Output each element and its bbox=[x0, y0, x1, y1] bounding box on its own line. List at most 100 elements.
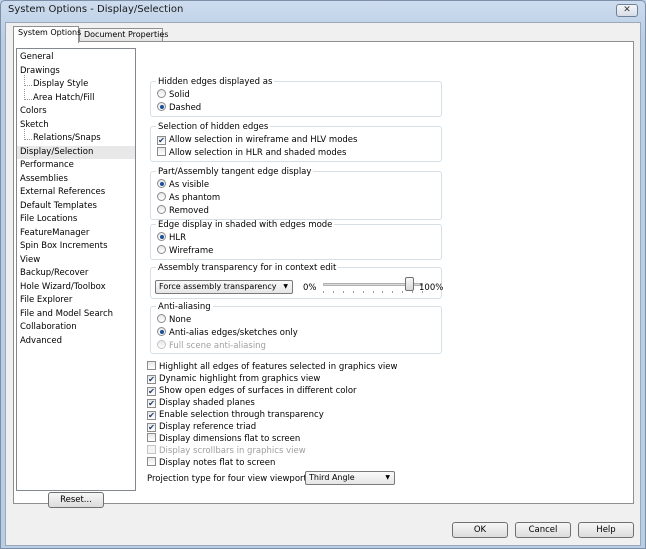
checkbox-checked[interactable]: ✔ bbox=[147, 387, 156, 396]
checkbox-checked[interactable]: ✔ bbox=[147, 411, 156, 420]
sidebar-item-area-hatch-fill[interactable]: Area Hatch/Fill bbox=[17, 88, 135, 106]
shaded-wireframe-option[interactable]: Wireframe bbox=[157, 245, 213, 257]
dynamic-highlight-checkbox[interactable]: ✔ Dynamic highlight from graphics view bbox=[147, 373, 320, 385]
options-tree: General Drawings Display Style Area Hatc… bbox=[16, 48, 136, 491]
sidebar-item-colors[interactable]: Colors bbox=[17, 105, 135, 119]
slider-tick bbox=[382, 291, 383, 293]
shaded-planes-checkbox[interactable]: ✔ Display shaded planes bbox=[147, 397, 255, 409]
sidebar-item-display-style[interactable]: Display Style bbox=[17, 75, 135, 92]
tangent-removed-option[interactable]: Removed bbox=[157, 205, 209, 217]
sidebar-item-default-templates[interactable]: Default Templates bbox=[17, 200, 135, 214]
sidebar-item-spin-box-increments[interactable]: Spin Box Increments bbox=[17, 240, 135, 254]
sidebar-item-performance[interactable]: Performance bbox=[17, 159, 135, 173]
option-label: Dashed bbox=[169, 103, 202, 113]
slider-thumb[interactable] bbox=[405, 277, 414, 291]
checkbox-checked[interactable]: ✔ bbox=[147, 375, 156, 384]
hidden-edges-dashed-option[interactable]: Dashed bbox=[157, 102, 201, 114]
radio-button-selected[interactable] bbox=[157, 179, 166, 188]
anti-aliasing-title: Anti-aliasing bbox=[156, 302, 213, 312]
allow-wireframe-hlv-option[interactable]: ✔ Allow selection in wireframe and HLV mo… bbox=[157, 134, 357, 146]
sidebar-item-relations-snaps[interactable]: Relations/Snaps bbox=[17, 129, 135, 146]
hidden-edges-solid-option[interactable]: Solid bbox=[157, 89, 190, 101]
sidebar-item-file-explorer[interactable]: File Explorer bbox=[17, 294, 135, 308]
dimensions-flat-checkbox[interactable]: Display dimensions flat to screen bbox=[147, 433, 300, 445]
sidebar-item-drawings[interactable]: Drawings bbox=[17, 65, 135, 79]
options-panel: General Drawings Display Style Area Hatc… bbox=[13, 41, 634, 504]
sidebar-item-file-locations[interactable]: File Locations bbox=[17, 213, 135, 227]
sidebar-item-sketch[interactable]: Sketch bbox=[17, 119, 135, 133]
radio-button[interactable] bbox=[157, 205, 166, 214]
radio-button-selected[interactable] bbox=[157, 102, 166, 111]
dropdown-value: Force assembly transparency bbox=[159, 282, 277, 291]
window-title: System Options - Display/Selection bbox=[8, 4, 184, 15]
checkbox-checked[interactable]: ✔ bbox=[147, 423, 156, 432]
close-icon[interactable]: ✕ bbox=[616, 4, 638, 17]
sidebar-item-advanced[interactable]: Advanced bbox=[17, 335, 135, 349]
aa-edges-sketches-option[interactable]: Anti-alias edges/sketches only bbox=[157, 327, 298, 339]
slider-min-label: 0% bbox=[303, 283, 317, 293]
tangent-as-phantom-option[interactable]: As phantom bbox=[157, 192, 220, 204]
option-label: Enable selection through transparency bbox=[159, 410, 324, 420]
radio-button[interactable] bbox=[157, 89, 166, 98]
system-options-dialog: System Options - Display/Selection ✕ Sys… bbox=[0, 0, 646, 549]
tangent-edge-title: Part/Assembly tangent edge display bbox=[156, 167, 314, 177]
selection-through-transparency-checkbox[interactable]: ✔ Enable selection through transparency bbox=[147, 409, 324, 421]
tangent-as-visible-option[interactable]: As visible bbox=[157, 179, 209, 191]
option-label: HLR bbox=[169, 233, 187, 243]
shaded-hlr-option[interactable]: HLR bbox=[157, 232, 186, 244]
option-label: Highlight all edges of features selected… bbox=[159, 362, 398, 372]
slider-max-label: 100% bbox=[419, 283, 444, 293]
sidebar-item-assemblies[interactable]: Assemblies bbox=[17, 173, 135, 187]
slider-tick bbox=[412, 291, 413, 293]
slider-tick bbox=[323, 291, 324, 293]
allow-hlr-shaded-option[interactable]: Allow selection in HLR and shaded modes bbox=[157, 147, 346, 159]
sidebar-item-general[interactable]: General bbox=[17, 51, 135, 65]
sidebar-item-collaboration[interactable]: Collaboration bbox=[17, 321, 135, 335]
sidebar-item-hole-wizard-toolbox[interactable]: Hole Wizard/Toolbox bbox=[17, 281, 135, 295]
radio-button[interactable] bbox=[157, 245, 166, 254]
slider-tick bbox=[373, 291, 374, 293]
radio-button[interactable] bbox=[157, 314, 166, 323]
slider-tick bbox=[353, 291, 354, 293]
sidebar-item-file-and-model-search[interactable]: File and Model Search bbox=[17, 308, 135, 322]
option-label: Display reference triad bbox=[159, 422, 257, 432]
aa-none-option[interactable]: None bbox=[157, 314, 191, 326]
shaded-edges-group: Edge display in shaded with edges mode H… bbox=[150, 220, 442, 260]
radio-button-disabled bbox=[157, 340, 166, 349]
checkbox-checked[interactable]: ✔ bbox=[157, 136, 166, 145]
sidebar-item-external-references[interactable]: External References bbox=[17, 186, 135, 200]
radio-button[interactable] bbox=[157, 192, 166, 201]
sidebar-item-featuremanager[interactable]: FeatureManager bbox=[17, 227, 135, 241]
highlight-all-edges-checkbox[interactable]: Highlight all edges of features selected… bbox=[147, 361, 397, 373]
notes-flat-checkbox[interactable]: Display notes flat to screen bbox=[147, 457, 275, 469]
sidebar-item-backup-recover[interactable]: Backup/Recover bbox=[17, 267, 135, 281]
slider-tick bbox=[402, 291, 403, 293]
radio-button-selected[interactable] bbox=[157, 327, 166, 336]
ok-button[interactable]: OK bbox=[452, 522, 508, 538]
tab-system-options[interactable]: System Options bbox=[13, 26, 81, 43]
hidden-edges-group: Hidden edges displayed as Solid Dashed bbox=[150, 77, 442, 117]
checkbox-checked[interactable]: ✔ bbox=[147, 399, 156, 408]
reset-button[interactable]: Reset... bbox=[48, 492, 104, 508]
checkbox[interactable] bbox=[147, 361, 156, 370]
projection-dropdown[interactable]: Third Angle ▼ bbox=[305, 471, 395, 485]
transparency-slider[interactable] bbox=[323, 277, 423, 297]
sidebar-item-display-selection[interactable]: Display/Selection bbox=[17, 145, 135, 159]
tab-document-properties[interactable]: Document Properties bbox=[79, 28, 168, 42]
option-label: As visible bbox=[169, 180, 210, 190]
open-edges-color-checkbox[interactable]: ✔ Show open edges of surfaces in differen… bbox=[147, 385, 357, 397]
checkbox[interactable] bbox=[147, 457, 156, 466]
option-label: Show open edges of surfaces in different… bbox=[159, 386, 357, 396]
reference-triad-checkbox[interactable]: ✔ Display reference triad bbox=[147, 421, 256, 433]
checkbox[interactable] bbox=[147, 433, 156, 442]
checkbox[interactable] bbox=[157, 147, 166, 156]
cancel-button[interactable]: Cancel bbox=[515, 522, 571, 538]
slider-tick bbox=[363, 291, 364, 293]
sidebar-item-view[interactable]: View bbox=[17, 254, 135, 268]
radio-button-selected[interactable] bbox=[157, 232, 166, 241]
option-label: Display dimensions flat to screen bbox=[159, 434, 301, 444]
tangent-edge-group: Part/Assembly tangent edge display As vi… bbox=[150, 167, 442, 220]
dialog-body: System Options Document Properties Gener… bbox=[5, 22, 641, 546]
transparency-dropdown[interactable]: Force assembly transparency ▼ bbox=[155, 280, 293, 294]
help-button[interactable]: Help bbox=[578, 522, 634, 538]
